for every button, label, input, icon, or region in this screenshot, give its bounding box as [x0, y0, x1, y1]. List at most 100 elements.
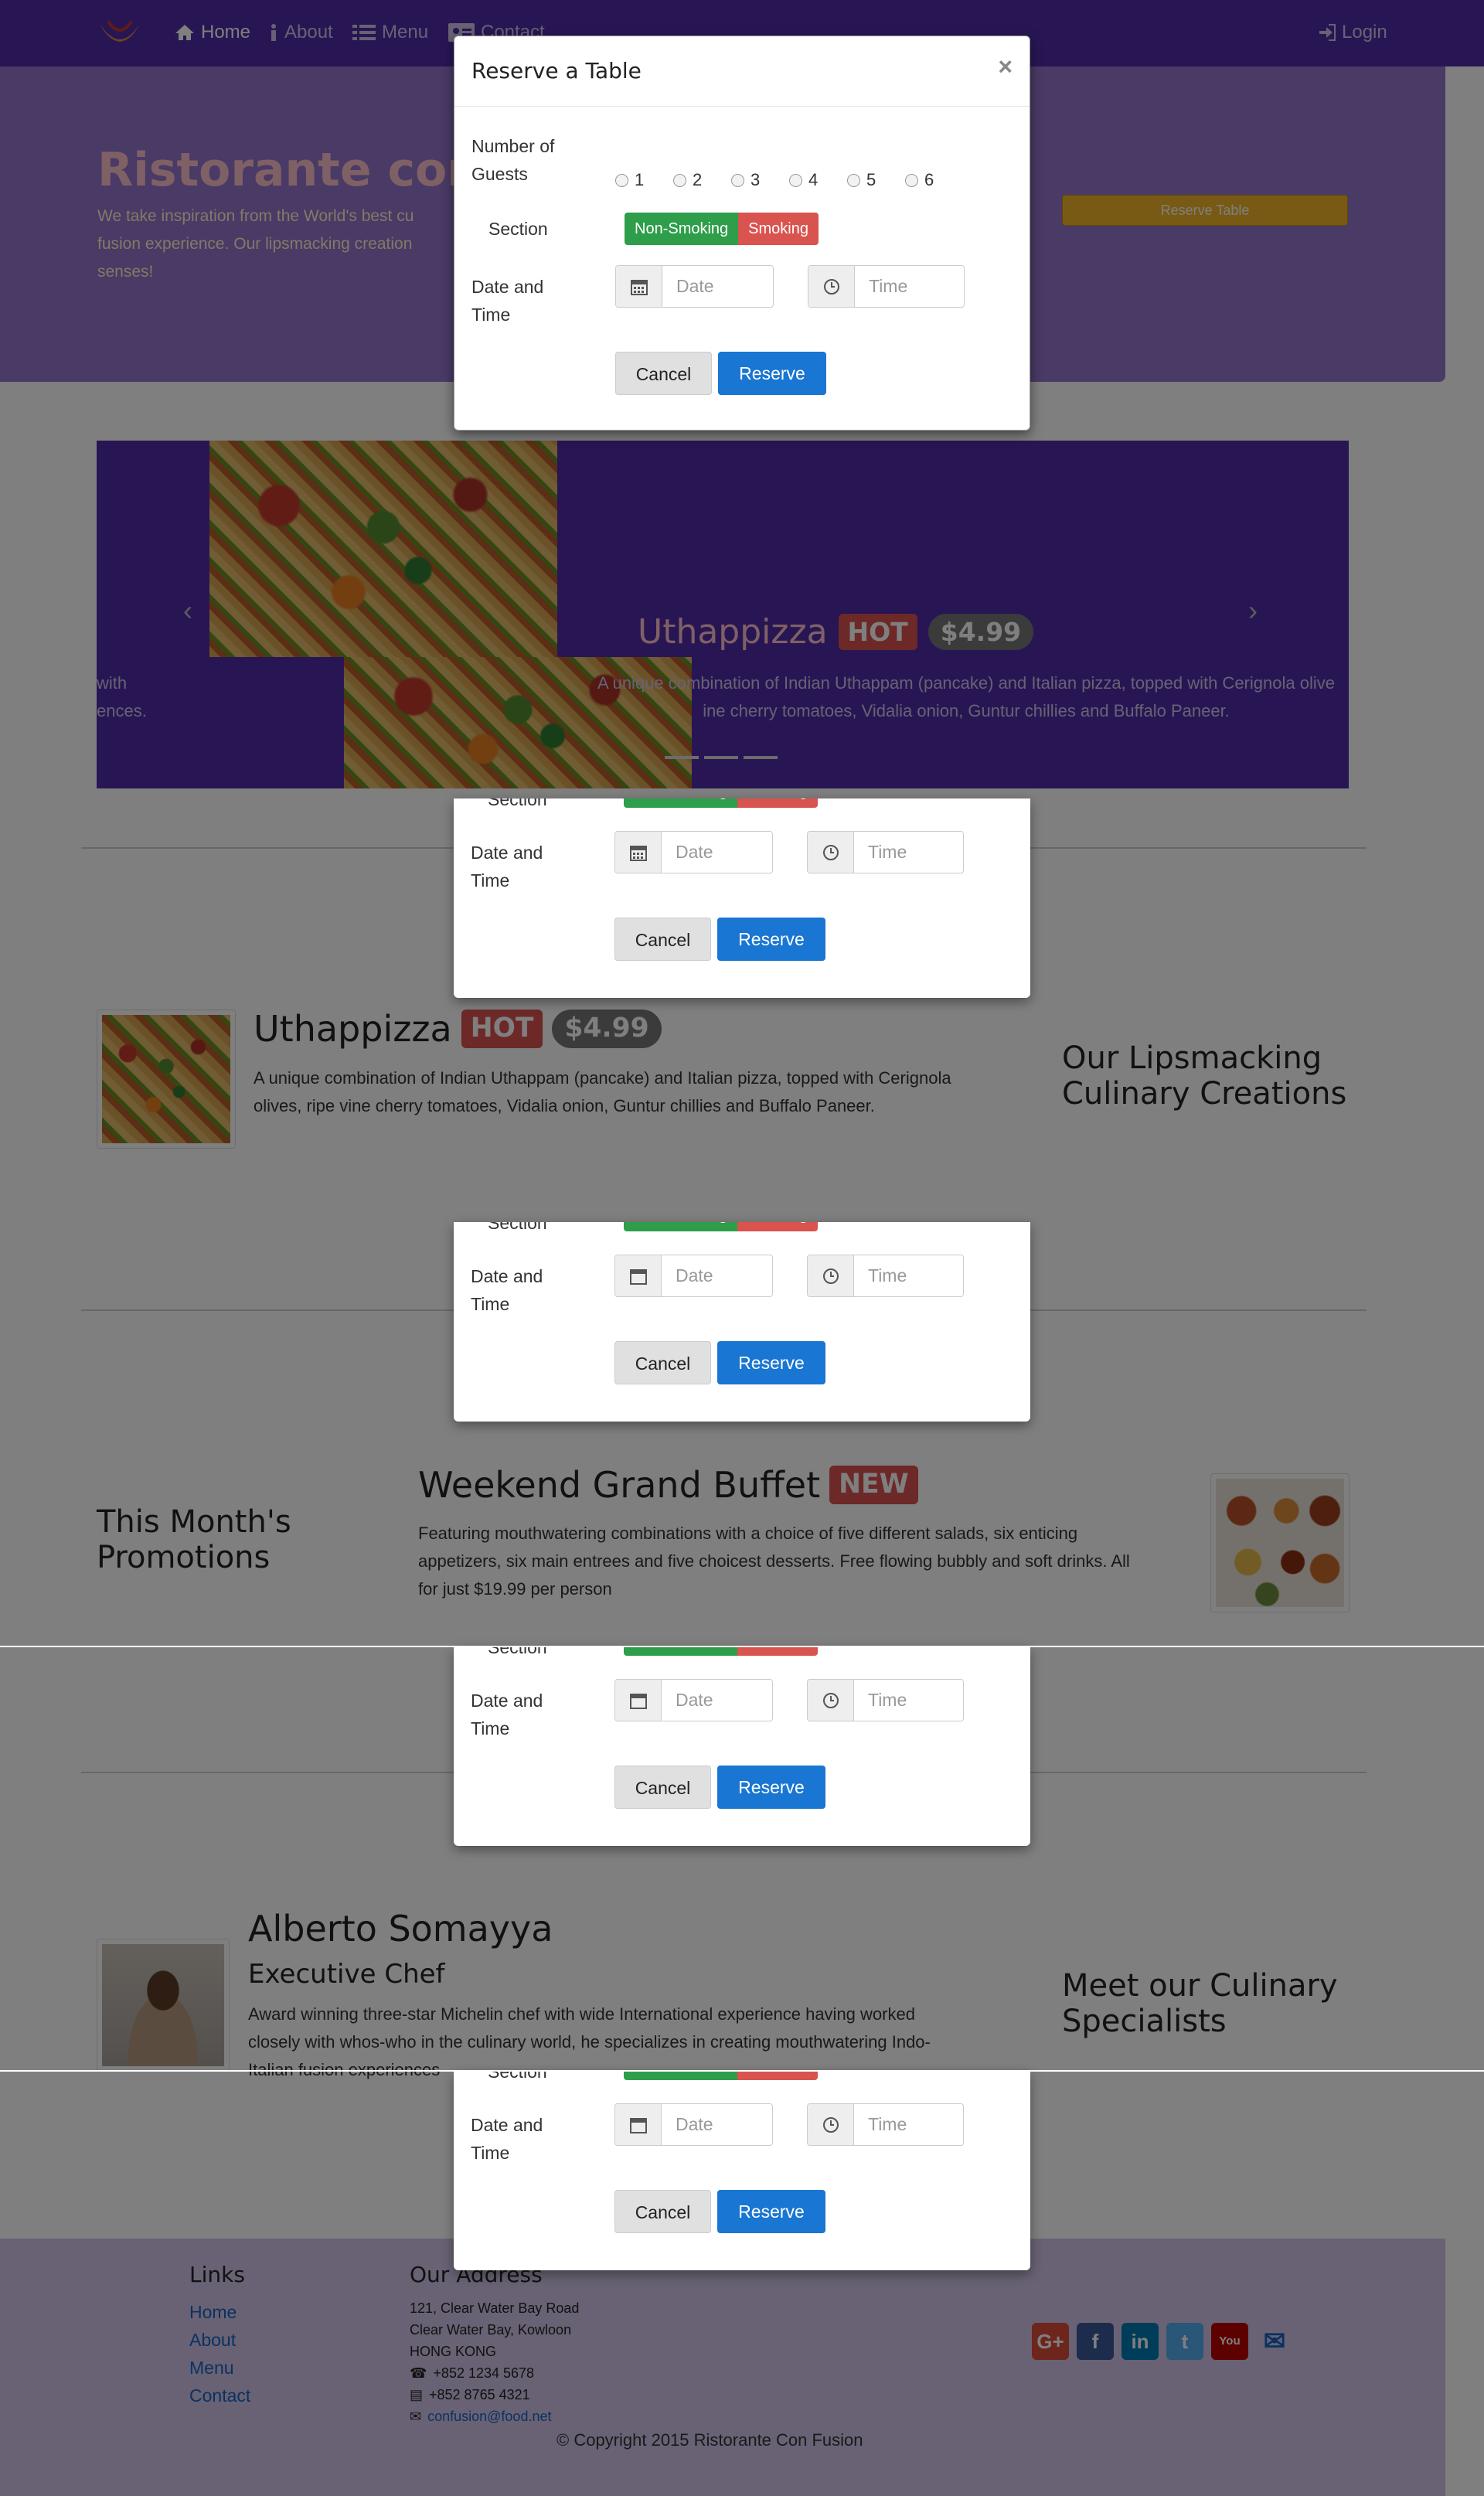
- cancel-button-ghost: Cancel: [614, 918, 711, 961]
- time-placeholder-ghost: Time: [868, 1265, 907, 1285]
- render-artifact-line: [0, 2070, 1484, 2072]
- modal-title: Reserve a Table: [471, 58, 642, 83]
- date-placeholder-ghost: Date: [676, 1690, 713, 1710]
- cancel-button-ghost: Cancel: [614, 1341, 711, 1384]
- datetime-label-line: Date and: [471, 843, 543, 863]
- date-input-ghost: Date: [614, 831, 773, 873]
- section-label-ghost: Section: [488, 1646, 547, 1657]
- section-toggle: Non-Smoking Smoking: [625, 213, 819, 245]
- radio-circle[interactable]: [673, 173, 686, 187]
- time-input-ghost: Time: [807, 1255, 964, 1297]
- time-input-ghost: Time: [807, 2103, 964, 2146]
- modal-ghost-fragment: Non-Smoking Smoking Section Date and Tim…: [454, 799, 1030, 998]
- time-input-ghost: Time: [807, 1679, 964, 1721]
- smoking-option-ghost: Smoking: [737, 799, 818, 808]
- modal-ghost-fragment: Non-Smoking Smoking Section Date and Tim…: [454, 1646, 1030, 1846]
- cancel-button[interactable]: Cancel: [615, 352, 712, 395]
- section-label: Section: [488, 219, 548, 239]
- date-placeholder-ghost: Date: [676, 1265, 713, 1285]
- date-placeholder-ghost: Date: [676, 842, 713, 862]
- section-toggle-ghost: Non-Smoking Smoking: [624, 799, 818, 808]
- cancel-button-ghost: Cancel: [614, 2190, 711, 2233]
- reserve-button-ghost: Reserve: [717, 1341, 825, 1384]
- clock-icon: [808, 1680, 854, 1721]
- guests-radio-1[interactable]: 1: [615, 170, 644, 190]
- reserve-button-ghost: Reserve: [717, 1766, 825, 1809]
- radio-circle[interactable]: [731, 173, 744, 187]
- guests-radio-6[interactable]: 6: [905, 170, 934, 190]
- guests-radio-2[interactable]: 2: [673, 170, 702, 190]
- section-toggle-ghost: Non-Smoking Smoking: [624, 2071, 818, 2080]
- clock-icon: [808, 2104, 854, 2145]
- section-toggle-ghost: Non-Smoking Smoking: [624, 1646, 818, 1656]
- reserve-table-modal: Reserve a Table × Number of Guests 1 2 3…: [454, 36, 1030, 431]
- clock-icon: [808, 266, 855, 307]
- guests-radio-4[interactable]: 4: [789, 170, 818, 190]
- date-input-group[interactable]: Date: [615, 265, 774, 308]
- clock-icon: [808, 1255, 854, 1296]
- smoking-option-ghost: Smoking: [737, 1646, 818, 1656]
- radio-circle[interactable]: [789, 173, 802, 187]
- guests-radio-3[interactable]: 3: [731, 170, 760, 190]
- non-smoking-option-ghost: Non-Smoking: [624, 2071, 738, 2080]
- non-smoking-option[interactable]: Non-Smoking: [625, 213, 739, 245]
- modal-ghost-fragment: Non-Smoking Smoking Section Date and Tim…: [454, 2071, 1030, 2270]
- calendar-icon: [616, 266, 662, 307]
- section-label-ghost: Section: [488, 2071, 547, 2082]
- time-input-ghost: Time: [807, 831, 964, 873]
- date-placeholder-ghost: Date: [676, 2114, 713, 2134]
- reserve-button-ghost: Reserve: [717, 2190, 825, 2233]
- datetime-label-line: Time: [471, 1294, 510, 1314]
- calendar-icon: [615, 1680, 662, 1721]
- calendar-icon: [615, 1255, 662, 1296]
- reserve-button-ghost: Reserve: [717, 918, 825, 961]
- render-artifact-line: [0, 1646, 1484, 1647]
- reserve-button[interactable]: Reserve: [718, 352, 826, 395]
- radio-label: 4: [808, 170, 819, 189]
- calendar-icon: [615, 2104, 662, 2145]
- date-input-ghost: Date: [614, 2103, 773, 2146]
- calendar-icon: [615, 832, 662, 873]
- section-toggle-ghost: Non-Smoking Smoking: [624, 1222, 818, 1231]
- radio-circle[interactable]: [905, 173, 918, 187]
- section-label-ghost: Section: [488, 1222, 547, 1233]
- modal-header: Reserve a Table ×: [454, 36, 1030, 107]
- non-smoking-option-ghost: Non-Smoking: [624, 1646, 738, 1656]
- time-placeholder-ghost: Time: [868, 2114, 907, 2134]
- smoking-option-ghost: Smoking: [737, 1222, 818, 1231]
- time-placeholder-ghost: Time: [868, 1690, 907, 1710]
- guests-label: Number of Guests: [471, 132, 554, 188]
- datetime-label-line: Date and: [471, 277, 544, 297]
- datetime-label-line: Time: [471, 870, 510, 890]
- non-smoking-option-ghost: Non-Smoking: [624, 1222, 738, 1231]
- clock-icon: [808, 832, 854, 873]
- time-input-group[interactable]: Time: [808, 265, 965, 308]
- datetime-label-line: Time: [471, 305, 511, 325]
- time-input[interactable]: Time: [855, 266, 964, 307]
- radio-label: 5: [866, 170, 876, 189]
- guests-radio-5[interactable]: 5: [847, 170, 876, 190]
- datetime-label-line: Date and: [471, 1266, 543, 1286]
- smoking-option[interactable]: Smoking: [738, 213, 819, 245]
- cancel-button-ghost: Cancel: [614, 1766, 711, 1809]
- datetime-label-ghost: Date and Time: [471, 2111, 543, 2167]
- guests-label-line: Guests: [471, 164, 528, 184]
- modal-ghost-fragment: Non-Smoking Smoking Section Date and Tim…: [454, 1222, 1030, 1422]
- radio-circle[interactable]: [847, 173, 860, 187]
- datetime-label-line: Time: [471, 2143, 510, 2163]
- close-icon[interactable]: ×: [998, 54, 1013, 79]
- radio-label: 1: [635, 170, 645, 189]
- date-input-ghost: Date: [614, 1255, 773, 1297]
- section-label-ghost: Section: [488, 799, 547, 809]
- datetime-label-line: Date and: [471, 2115, 543, 2135]
- radio-circle[interactable]: [615, 173, 628, 187]
- date-input[interactable]: Date: [662, 266, 773, 307]
- time-placeholder-ghost: Time: [868, 842, 907, 862]
- radio-label: 6: [924, 170, 934, 189]
- datetime-label-ghost: Date and Time: [471, 1687, 543, 1742]
- radio-label: 3: [751, 170, 761, 189]
- datetime-label-line: Time: [471, 1718, 510, 1738]
- radio-label: 2: [693, 170, 703, 189]
- datetime-label-line: Date and: [471, 1691, 543, 1711]
- smoking-option-ghost: Smoking: [737, 2071, 818, 2080]
